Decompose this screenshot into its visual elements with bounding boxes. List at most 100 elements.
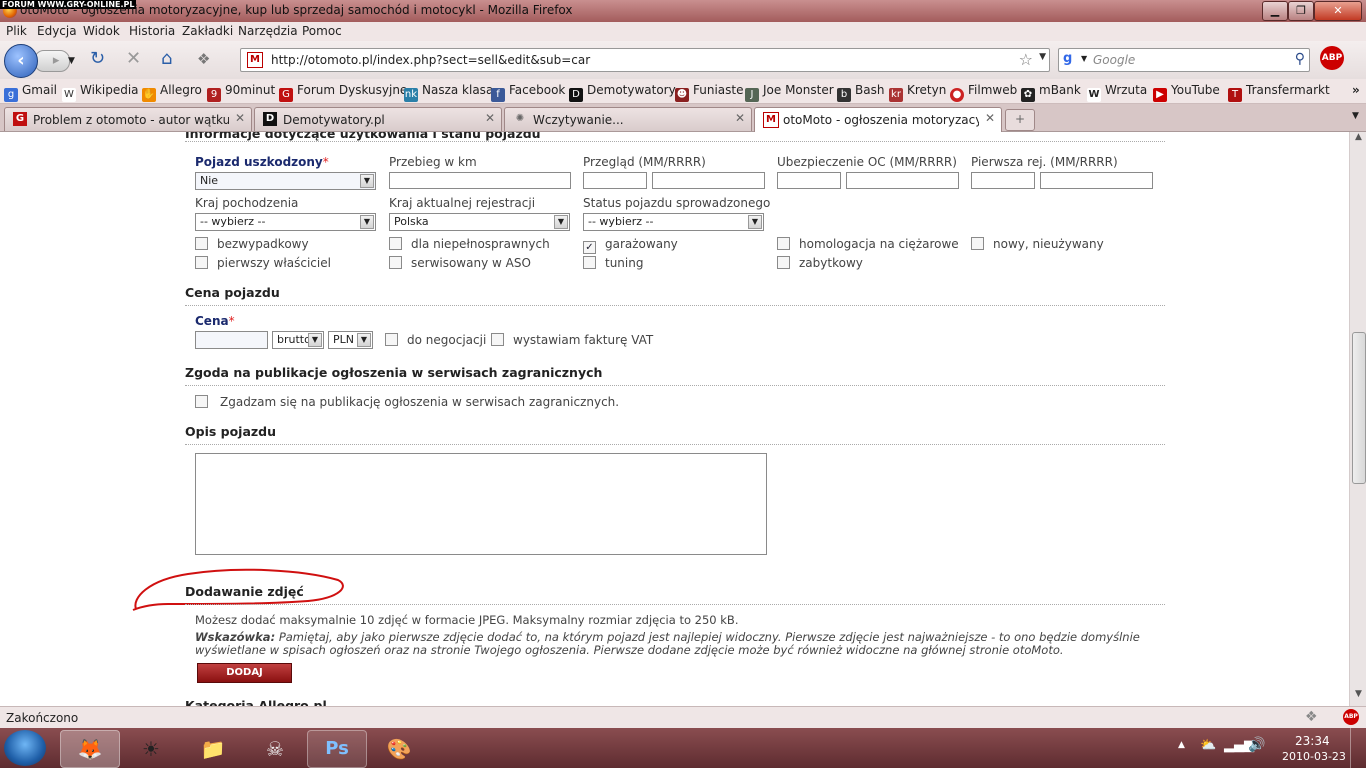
search-box[interactable]: g ▼ Google ⚲ <box>1058 48 1310 72</box>
back-button[interactable]: ‹ <box>4 44 38 78</box>
clock-date[interactable]: 2010-03-23 <box>1282 750 1346 763</box>
inspection-month-input[interactable] <box>583 172 647 189</box>
mileage-input[interactable] <box>389 172 571 189</box>
maximize-button[interactable]: ❐ <box>1288 1 1314 21</box>
menu-pomoc[interactable]: Pomoc <box>302 24 342 38</box>
close-window-button[interactable]: ✕ <box>1314 1 1362 21</box>
clock-time[interactable]: 23:34 <box>1295 734 1330 748</box>
bookmark-nasza-klasa[interactable]: nk Nasza klasa <box>404 83 493 102</box>
menu-zakladki[interactable]: Zakładki <box>182 24 233 38</box>
add-photo-button[interactable]: DODAJ <box>197 663 292 683</box>
adblock-status-icon[interactable]: ABP <box>1343 709 1359 725</box>
checkbox[interactable] <box>777 256 790 269</box>
checkbox[interactable] <box>971 237 984 250</box>
tab-otomoto[interactable]: M otoMoto - ogłoszenia motoryzacy... ✕ <box>754 107 1002 132</box>
weather-icon[interactable]: ⛅ <box>1200 738 1216 753</box>
checkbox-vat-invoice[interactable]: wystawiam fakturę VAT <box>491 333 653 347</box>
firefox-taskbar-icon[interactable]: 🦊 <box>60 730 120 768</box>
import-status-select[interactable]: -- wybierz -- ▼ <box>583 213 764 231</box>
checkbox-nowy[interactable]: nowy, nieużywany <box>971 237 1104 251</box>
vertical-scrollbar[interactable]: ▲ ▼ <box>1349 132 1366 706</box>
checkbox[interactable] <box>385 333 398 346</box>
bookmark-transfermarkt[interactable]: T Transfermarkt <box>1228 83 1330 102</box>
search-engine-dropdown-icon[interactable]: ▼ <box>1081 54 1087 63</box>
first-reg-month-input[interactable] <box>971 172 1035 189</box>
bookmark-90minut[interactable]: 9 90minut <box>207 83 275 102</box>
bookmark-youtube[interactable]: ▶ YouTube <box>1153 83 1220 102</box>
url-text[interactable]: http://otomoto.pl/index.php?sect=sell&ed… <box>271 53 590 67</box>
volume-icon[interactable]: 🔊 <box>1248 737 1265 753</box>
menu-widok[interactable]: Widok <box>83 24 120 38</box>
bookmark-mbank[interactable]: ✿ mBank <box>1021 83 1081 102</box>
forward-button[interactable]: ▸ <box>34 50 70 72</box>
bookmark-bash[interactable]: b Bash <box>837 83 884 102</box>
paint-icon[interactable]: 🎨 <box>369 730 429 768</box>
checkbox[interactable] <box>195 395 208 408</box>
checkbox[interactable] <box>777 237 790 250</box>
first-reg-year-input[interactable] <box>1040 172 1153 189</box>
bookmark-allegro[interactable]: ✋ Allegro <box>142 83 202 102</box>
checkbox-tuning[interactable]: tuning <box>583 256 643 270</box>
insurance-month-input[interactable] <box>777 172 841 189</box>
adblock-icon[interactable]: ABP <box>1320 46 1344 70</box>
reload-icon[interactable]: ↻ <box>90 49 105 69</box>
checkbox[interactable] <box>491 333 504 346</box>
checkbox-homologacja[interactable]: homologacja na ciężarowe <box>777 237 959 251</box>
currency-select[interactable]: PLN ▼ <box>328 331 373 349</box>
checkbox[interactable] <box>195 256 208 269</box>
sun-icon[interactable]: ☀ <box>121 730 181 768</box>
url-dropdown-icon[interactable]: ▼ <box>1039 52 1046 62</box>
checkbox-foreign-consent[interactable]: Zgadzam się na publikację ogłoszenia w s… <box>195 395 619 409</box>
checkbox[interactable] <box>389 256 402 269</box>
close-tab-icon[interactable]: ✕ <box>985 111 995 125</box>
bookmark-forum[interactable]: G Forum Dyskusyjne <box>279 83 407 102</box>
bookmark-funiaste[interactable]: ☻ Funiaste <box>675 83 743 102</box>
bookmark-demotywatory[interactable]: D Demotywatory <box>569 83 676 102</box>
home-icon[interactable]: ⌂ <box>161 49 172 69</box>
close-tab-icon[interactable]: ✕ <box>485 111 495 125</box>
start-button[interactable] <box>4 730 46 766</box>
tab-problem-otomoto[interactable]: G Problem z otomoto - autor wątku: ... ✕ <box>4 107 252 131</box>
stop-icon[interactable]: ✕ <box>126 49 141 69</box>
menu-plik[interactable]: Plik <box>6 24 27 38</box>
bookmark-filmweb[interactable]: ● Filmweb <box>950 83 1017 102</box>
menu-narzedzia[interactable]: Narzędzia <box>238 24 298 38</box>
checkbox-garazowany[interactable]: ✓ garażowany <box>583 237 678 254</box>
checkbox-first-owner[interactable]: pierwszy właściciel <box>195 256 331 270</box>
bookmark-gmail[interactable]: g Gmail <box>4 83 57 102</box>
close-tab-icon[interactable]: ✕ <box>235 111 245 125</box>
menu-edycja[interactable]: Edycja <box>37 24 77 38</box>
search-icon[interactable]: ⚲ <box>1295 51 1305 67</box>
bookmark-joe-monster[interactable]: J Joe Monster <box>745 83 834 102</box>
bookmarks-overflow-icon[interactable]: » <box>1352 83 1360 97</box>
minimize-button[interactable]: ▁ <box>1262 1 1288 21</box>
bookmark-kretyn[interactable]: kr Kretyn <box>889 83 946 102</box>
scrollbar-thumb[interactable] <box>1352 332 1366 484</box>
checkbox[interactable] <box>195 237 208 250</box>
price-input[interactable] <box>195 331 268 349</box>
folder-icon[interactable]: 📁 <box>183 730 243 768</box>
show-desktop-button[interactable] <box>1350 728 1366 768</box>
checkbox-disabled-access[interactable]: dla niepełnosprawnych <box>389 237 550 251</box>
checkbox-bezwypadkowy[interactable]: bezwypadkowy <box>195 237 309 251</box>
inspection-year-input[interactable] <box>652 172 765 189</box>
damaged-select[interactable]: Nie ▼ <box>195 172 376 190</box>
checkbox[interactable] <box>583 256 596 269</box>
menu-historia[interactable]: Historia <box>129 24 175 38</box>
tab-list-icon[interactable]: ▼ <box>1352 111 1359 121</box>
alien-icon[interactable]: ☠ <box>245 730 305 768</box>
insurance-year-input[interactable] <box>846 172 959 189</box>
history-dropdown-icon[interactable]: ▼ <box>68 51 75 71</box>
close-tab-icon[interactable]: ✕ <box>735 111 745 125</box>
addon-icon[interactable]: ❖ <box>1305 709 1318 725</box>
tab-loading[interactable]: ✺ Wczytywanie... ✕ <box>504 107 752 131</box>
scroll-up-icon[interactable]: ▲ <box>1350 132 1366 149</box>
photoshop-icon[interactable]: Ps <box>307 730 367 768</box>
bookmark-star-icon[interactable]: ☆ <box>1019 50 1033 69</box>
extension-icon[interactable]: ❖ <box>197 49 210 69</box>
description-textarea[interactable] <box>195 453 767 555</box>
search-placeholder[interactable]: Google <box>1093 53 1135 67</box>
checkbox-zabytkowy[interactable]: zabytkowy <box>777 256 863 270</box>
origin-select[interactable]: -- wybierz -- ▼ <box>195 213 376 231</box>
gross-net-select[interactable]: brutto ▼ <box>272 331 324 349</box>
